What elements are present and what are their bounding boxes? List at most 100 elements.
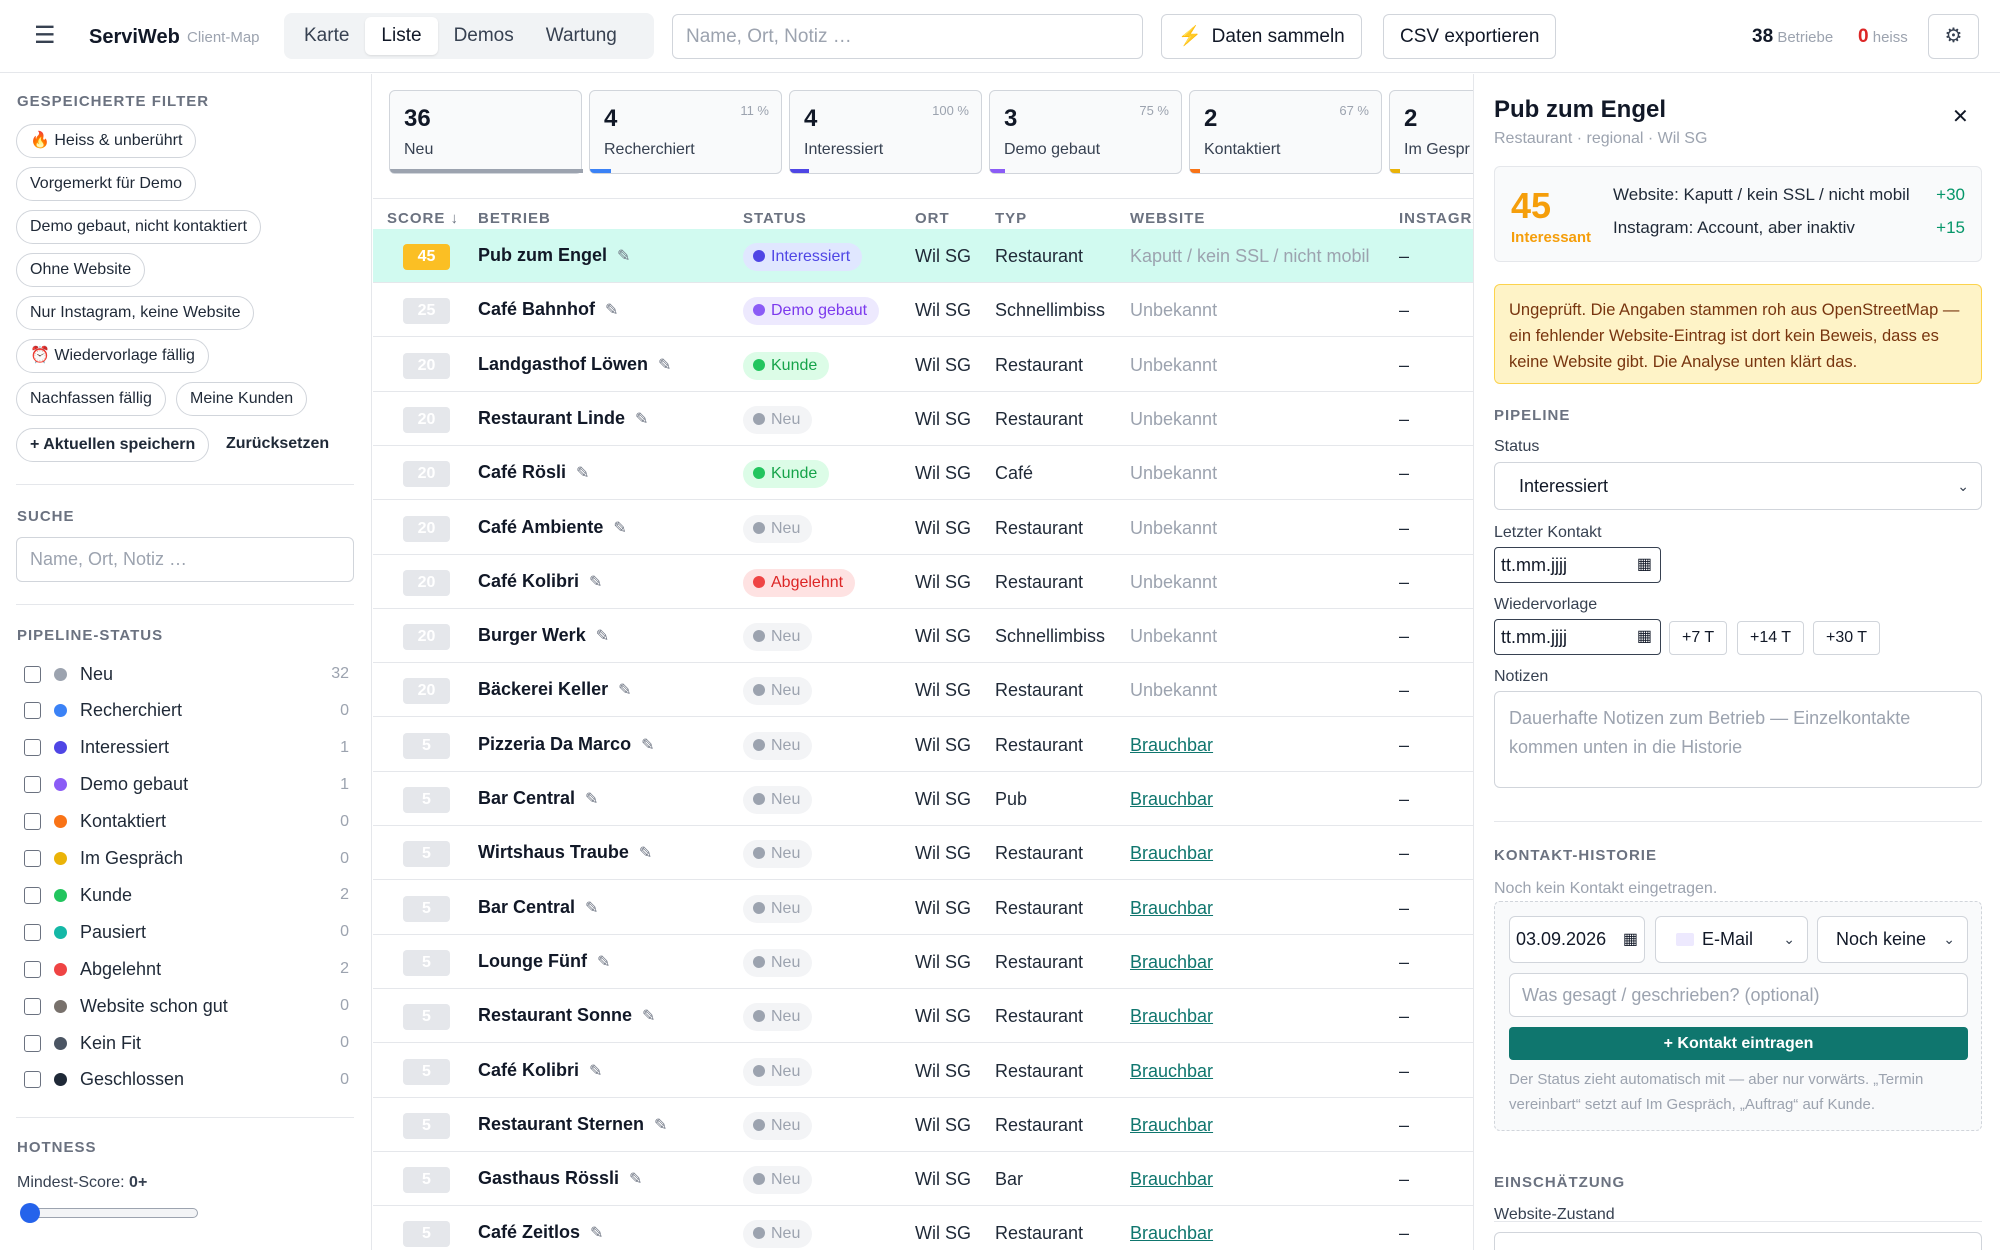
business-name[interactable]: Burger Werk ✎ bbox=[478, 625, 609, 646]
status-checkbox[interactable] bbox=[24, 960, 41, 978]
cell-website[interactable]: Brauchbar bbox=[1130, 952, 1213, 973]
table-row[interactable]: 20 Café Ambiente ✎ Neu Wil SG Restaurant Unbek… bbox=[373, 501, 1473, 555]
status-checkbox[interactable] bbox=[24, 776, 41, 794]
tab-demos[interactable]: Demos bbox=[438, 17, 530, 55]
status-checkbox[interactable] bbox=[24, 1071, 41, 1089]
pipeline-status-item[interactable]: Demo gebaut 1 bbox=[24, 770, 349, 800]
followup-plus-14-button[interactable]: +14 T bbox=[1737, 621, 1805, 655]
filter-chip-instagram-only[interactable]: Nur Instagram, keine Website bbox=[16, 296, 255, 330]
edit-pencil-icon[interactable]: ✎ bbox=[618, 682, 631, 699]
edit-pencil-icon[interactable]: ✎ bbox=[617, 248, 630, 265]
edit-pencil-icon[interactable]: ✎ bbox=[576, 465, 589, 482]
calendar-icon[interactable]: ▦ bbox=[1623, 917, 1638, 962]
calendar-icon[interactable]: ▦ bbox=[1637, 548, 1652, 582]
business-name[interactable]: Landgasthof Löwen ✎ bbox=[478, 354, 671, 375]
business-name[interactable]: Bar Central ✎ bbox=[478, 788, 598, 809]
cell-website[interactable]: Brauchbar bbox=[1130, 1006, 1213, 1027]
status-select[interactable]: Interessiert ⌄ bbox=[1494, 462, 1982, 510]
followup-plus-7-button[interactable]: +7 T bbox=[1669, 621, 1728, 655]
business-name[interactable]: Wirtshaus Traube ✎ bbox=[478, 842, 652, 863]
table-row[interactable]: 20 Landgasthof Löwen ✎ Kunde Wil SG Restauran… bbox=[373, 338, 1473, 392]
status-checkbox[interactable] bbox=[24, 886, 41, 904]
table-row[interactable]: 20 Burger Werk ✎ Neu Wil SG Schnellimbiss Unbe… bbox=[373, 609, 1473, 664]
business-name[interactable]: Lounge Fünf ✎ bbox=[478, 951, 610, 972]
business-name[interactable]: Restaurant Linde ✎ bbox=[478, 408, 648, 429]
filter-chip-no-website[interactable]: Ohne Website bbox=[16, 253, 146, 287]
history-text-input[interactable]: Was gesagt / geschrieben? (optional) bbox=[1509, 973, 1968, 1017]
edit-pencil-icon[interactable]: ✎ bbox=[658, 357, 671, 374]
status-checkbox[interactable] bbox=[24, 665, 41, 683]
save-filter-button[interactable]: + Aktuellen speichern bbox=[16, 428, 210, 462]
table-row[interactable]: 5 Café Zeitlos ✎ Neu Wil SG Restaurant Brauchb… bbox=[373, 1206, 1473, 1250]
export-csv-button[interactable]: CSV exportieren bbox=[1383, 14, 1557, 59]
pipeline-status-item[interactable]: Interessiert 1 bbox=[24, 733, 349, 763]
status-checkbox[interactable] bbox=[24, 702, 41, 720]
followup-date-input[interactable]: tt.mm.jjjj ▦ bbox=[1494, 619, 1661, 655]
status-checkbox[interactable] bbox=[24, 1034, 41, 1052]
table-row[interactable]: 5 Bar Central ✎ Neu Wil SG Restaurant Brauchba… bbox=[373, 881, 1473, 935]
calendar-icon[interactable]: ▦ bbox=[1637, 620, 1652, 654]
status-checkbox[interactable] bbox=[24, 997, 41, 1015]
tab-karte[interactable]: Karte bbox=[288, 17, 365, 55]
business-name[interactable]: Café Kolibri ✎ bbox=[478, 571, 602, 592]
cell-website[interactable]: Brauchbar bbox=[1130, 1115, 1213, 1136]
edit-pencil-icon[interactable]: ✎ bbox=[589, 574, 602, 591]
business-name[interactable]: Pub zum Engel ✎ bbox=[478, 245, 630, 266]
cell-website[interactable]: Brauchbar bbox=[1130, 735, 1213, 756]
edit-pencil-icon[interactable]: ✎ bbox=[613, 520, 626, 537]
table-row[interactable]: 5 Restaurant Sonne ✎ Neu Wil SG Restaurant Bra… bbox=[373, 989, 1473, 1044]
summary-card[interactable]: 4 Recherchiert 11 % bbox=[589, 90, 782, 174]
business-name[interactable]: Bar Central ✎ bbox=[478, 897, 598, 918]
filter-chip-hot[interactable]: 🔥 Heiss & unberührt bbox=[16, 124, 197, 158]
pipeline-status-item[interactable]: Geschlossen 0 bbox=[24, 1065, 349, 1095]
pipeline-status-item[interactable]: Abgelehnt 2 bbox=[24, 954, 349, 984]
table-row[interactable]: 5 Wirtshaus Traube ✎ Neu Wil SG Restaurant Bra… bbox=[373, 826, 1473, 881]
last-contact-date-input[interactable]: tt.mm.jjjj ▦ bbox=[1494, 547, 1661, 583]
min-score-slider[interactable] bbox=[24, 1208, 198, 1218]
table-row[interactable]: 25 Café Bahnhof ✎ Demo gebaut Wil SG Schnelli… bbox=[373, 283, 1473, 338]
business-name[interactable]: Café Ambiente ✎ bbox=[478, 517, 627, 538]
edit-pencil-icon[interactable]: ✎ bbox=[639, 845, 652, 862]
pipeline-status-item[interactable]: Kein Fit 0 bbox=[24, 1028, 349, 1058]
table-row[interactable]: 5 Pizzeria Da Marco ✎ Neu Wil SG Restaurant Br… bbox=[373, 718, 1473, 772]
col-betrieb[interactable]: BETRIEB bbox=[478, 210, 551, 227]
add-contact-button[interactable]: + Kontakt eintragen bbox=[1509, 1027, 1968, 1060]
filter-chip-my-customers[interactable]: Meine Kunden bbox=[176, 382, 308, 416]
tab-wartung[interactable]: Wartung bbox=[530, 17, 633, 55]
col-instagram[interactable]: INSTAGRA bbox=[1399, 210, 1473, 227]
edit-pencil-icon[interactable]: ✎ bbox=[597, 954, 610, 971]
table-row[interactable]: 20 Café Rösli ✎ Kunde Wil SG Café Unbekannt – bbox=[373, 446, 1473, 501]
summary-card[interactable]: 2 Kontaktiert 67 % bbox=[1189, 90, 1382, 174]
cell-website[interactable]: Brauchbar bbox=[1130, 789, 1213, 810]
cell-website[interactable]: Brauchbar bbox=[1130, 1223, 1213, 1244]
settings-gear-icon[interactable]: ⚙ bbox=[1928, 14, 1979, 59]
edit-pencil-icon[interactable]: ✎ bbox=[654, 1117, 667, 1134]
edit-pencil-icon[interactable]: ✎ bbox=[590, 1225, 603, 1242]
edit-pencil-icon[interactable]: ✎ bbox=[642, 1008, 655, 1025]
status-checkbox[interactable] bbox=[24, 923, 41, 941]
table-row[interactable]: 5 Bar Central ✎ Neu Wil SG Pub Brauchbar – bbox=[373, 772, 1473, 826]
business-name[interactable]: Pizzeria Da Marco ✎ bbox=[478, 734, 654, 755]
sidebar-search-input[interactable] bbox=[16, 537, 354, 582]
col-status[interactable]: STATUS bbox=[743, 210, 807, 227]
pipeline-status-item[interactable]: Im Gespräch 0 bbox=[24, 844, 349, 874]
pipeline-status-item[interactable]: Kunde 2 bbox=[24, 880, 349, 910]
status-checkbox[interactable] bbox=[24, 739, 41, 757]
summary-card[interactable]: 36 Neu bbox=[389, 90, 583, 174]
edit-pencil-icon[interactable]: ✎ bbox=[585, 900, 598, 917]
tab-liste[interactable]: Liste bbox=[365, 17, 438, 55]
reset-filter-button[interactable]: Zurücksetzen bbox=[213, 428, 343, 462]
pipeline-status-item[interactable]: Kontaktiert 0 bbox=[24, 807, 349, 837]
edit-pencil-icon[interactable]: ✎ bbox=[629, 1171, 642, 1188]
table-row[interactable]: 5 Café Kolibri ✎ Neu Wil SG Restaurant Brauchb… bbox=[373, 1044, 1473, 1098]
pipeline-status-item[interactable]: Website schon gut 0 bbox=[24, 991, 349, 1021]
status-checkbox[interactable] bbox=[24, 813, 41, 831]
col-typ[interactable]: TYP bbox=[995, 210, 1027, 227]
pipeline-status-item[interactable]: Neu 32 bbox=[24, 659, 349, 689]
table-row[interactable]: 5 Lounge Fünf ✎ Neu Wil SG Restaurant Brauchba… bbox=[373, 935, 1473, 989]
business-name[interactable]: Café Zeitlos ✎ bbox=[478, 1222, 603, 1243]
edit-pencil-icon[interactable]: ✎ bbox=[585, 791, 598, 808]
business-name[interactable]: Café Rösli ✎ bbox=[478, 462, 589, 483]
filter-chip-nachfassen[interactable]: Nachfassen fällig bbox=[16, 382, 166, 416]
filter-chip-followup-due[interactable]: ⏰ Wiedervorlage fällig bbox=[16, 339, 209, 373]
